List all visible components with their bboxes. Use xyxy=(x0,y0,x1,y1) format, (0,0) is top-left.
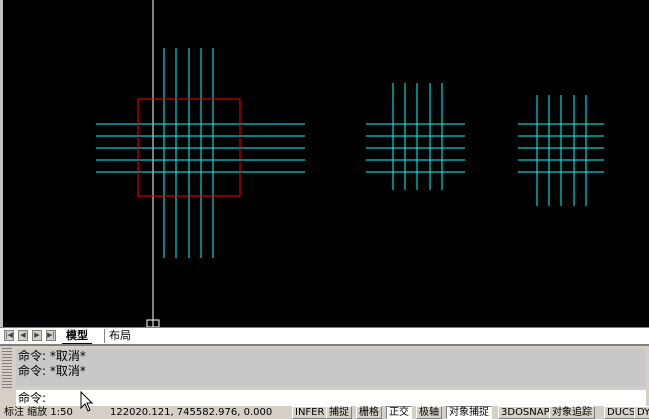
hatch-grid-3[interactable] xyxy=(518,95,604,206)
toggle-otrack[interactable]: 对象追踪 xyxy=(549,406,595,419)
tab-layout1[interactable]: 布局 xyxy=(104,329,135,343)
command-history-line: 命令: *取消* xyxy=(18,364,86,378)
drawing-svg[interactable] xyxy=(3,0,649,327)
toggle-snap[interactable]: 捕捉 xyxy=(326,406,352,419)
hatch-grid-2[interactable] xyxy=(366,83,465,190)
annotation-scale[interactable]: 标注 缩放 1:50 xyxy=(4,406,73,419)
first-tab-icon[interactable]: |◀ xyxy=(4,330,14,341)
toggle-osnap[interactable]: 对象捕捉 xyxy=(446,406,492,419)
command-input[interactable]: 命令: xyxy=(16,390,646,407)
tab-model[interactable]: 模型 xyxy=(62,329,92,345)
command-history-line: 命令: *取消* xyxy=(18,349,86,363)
command-window-grip[interactable] xyxy=(2,348,12,388)
next-tab-icon[interactable]: ▶ xyxy=(32,330,42,341)
prev-tab-icon[interactable]: ◀ xyxy=(18,330,28,341)
toggle-ortho[interactable]: 正交 xyxy=(386,406,412,419)
toggle-infer[interactable]: INFER xyxy=(292,406,328,419)
hatch-grid-1[interactable] xyxy=(96,48,305,258)
last-tab-icon[interactable]: ▶| xyxy=(46,330,56,341)
toggle-3dosnap[interactable]: 3DOSNAP xyxy=(498,406,553,419)
toggle-dyn[interactable]: DY xyxy=(634,406,649,419)
toggle-grid[interactable]: 栅格 xyxy=(356,406,382,419)
layout-tab-bar: |◀ ◀ ▶ ▶| 模型 布局 xyxy=(0,327,649,345)
command-prompt: 命令: xyxy=(18,391,47,405)
command-window: 命令: *取消* 命令: *取消* 命令: xyxy=(0,344,649,407)
drawing-canvas[interactable] xyxy=(0,0,649,327)
mouse-pointer-icon xyxy=(80,391,94,412)
command-history: 命令: *取消* 命令: *取消* xyxy=(16,349,646,387)
status-bar: 标注 缩放 1:50 122020.121, 745582.976, 0.000… xyxy=(0,406,649,419)
toggle-polar[interactable]: 极轴 xyxy=(416,406,442,419)
coordinate-readout: 122020.121, 745582.976, 0.000 xyxy=(110,407,273,418)
